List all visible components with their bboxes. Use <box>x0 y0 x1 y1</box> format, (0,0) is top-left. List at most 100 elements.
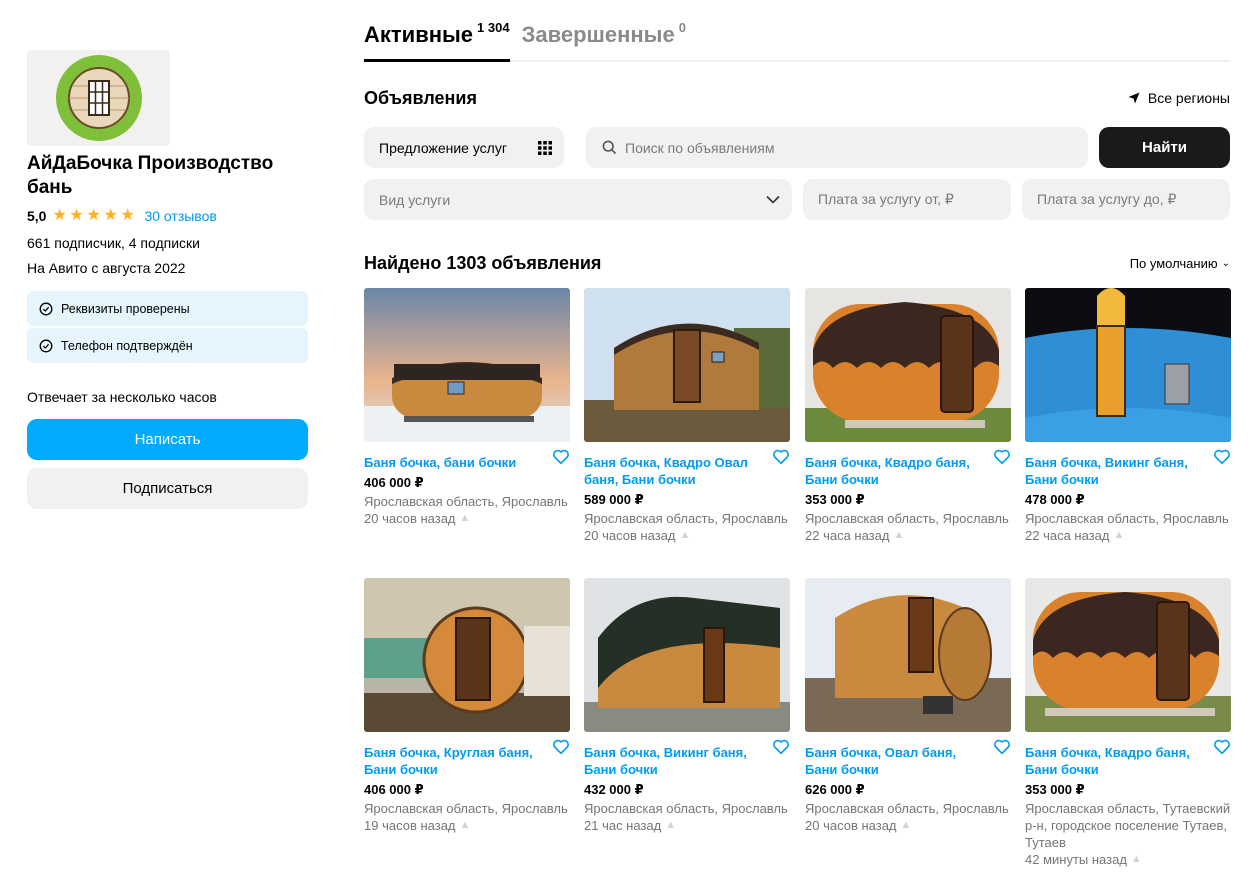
favorite-heart-icon[interactable] <box>993 448 1011 466</box>
listing-time-text: 22 часа назад <box>1025 528 1110 543</box>
results-count: Найдено 1303 объявления <box>364 252 602 273</box>
listing-location: Ярославская область, Ярославль <box>364 494 568 509</box>
rating-value: 5,0 <box>27 208 47 224</box>
star-icon: ★ <box>103 207 118 224</box>
subscribe-button[interactable]: Подписаться <box>27 468 308 509</box>
listing-price: 589 000 ₽ <box>584 492 644 507</box>
tab-label: Завершенные <box>521 22 675 47</box>
listing-card[interactable]: Баня бочка, Овал баня, Бани бочки 626 00… <box>805 578 1011 834</box>
listing-photo[interactable] <box>1025 578 1231 732</box>
find-button[interactable]: Найти <box>1099 127 1230 168</box>
sort-selector[interactable]: По умолчанию ⌄ <box>1130 256 1230 271</box>
listing-card[interactable]: Баня бочка, Викинг баня, Бани бочки 432 … <box>584 578 790 834</box>
promoted-arrow-icon: ▲ <box>459 512 471 524</box>
listing-time: 20 часов назад ▲ <box>805 817 1011 834</box>
write-button[interactable]: Написать <box>27 419 308 460</box>
listing-title[interactable]: Баня бочка, Квадро Овал баня, Бани бочки <box>584 454 766 488</box>
listing-price: 353 000 ₽ <box>805 492 865 507</box>
listing-time-text: 20 часов назад <box>805 818 897 833</box>
tab-active[interactable]: Активные 1 304 <box>364 20 510 62</box>
listing-time: 42 минуты назад ▲ <box>1025 851 1231 868</box>
bathhouse-photo <box>364 578 570 732</box>
tab-count: 1 304 <box>477 20 510 35</box>
listing-card[interactable]: Баня бочка, Викинг баня, Бани бочки 478 … <box>1025 288 1231 544</box>
listing-card[interactable]: Баня бочка, Квадро баня, Бани бочки 353 … <box>1025 578 1231 868</box>
favorite-heart-icon[interactable] <box>552 738 570 756</box>
price-from-placeholder: Плата за услугу от, ₽ <box>818 191 954 207</box>
service-type-select[interactable]: Вид услуги <box>364 179 792 220</box>
listing-photo[interactable] <box>364 288 570 442</box>
bathhouse-photo <box>364 288 570 442</box>
search-input[interactable]: Поиск по объявлениям <box>586 127 1088 168</box>
listing-title[interactable]: Баня бочка, Викинг баня, Бани бочки <box>584 744 766 778</box>
seller-sidebar: АйДаБочка Производство бань 5,0 ★ ★ ★ ★ … <box>27 50 308 509</box>
star-icon: ★ <box>120 207 135 224</box>
tab-count: 0 <box>678 20 686 35</box>
barrel-logo-icon <box>55 55 142 141</box>
listing-card[interactable]: Баня бочка, Квадро баня, Бани бочки 353 … <box>805 288 1011 544</box>
listing-time-text: 20 часов назад <box>364 511 456 526</box>
check-circle-icon <box>39 302 53 315</box>
favorite-heart-icon[interactable] <box>552 448 570 466</box>
listing-price: 478 000 ₽ <box>1025 492 1085 507</box>
chevron-down-icon: ⌄ <box>1221 257 1230 269</box>
favorite-heart-icon[interactable] <box>1213 738 1231 756</box>
listing-card[interactable]: Баня бочка, Квадро Овал баня, Бани бочки… <box>584 288 790 544</box>
price-from-input[interactable]: Плата за услугу от, ₽ <box>803 179 1011 220</box>
promoted-arrow-icon: ▲ <box>459 819 471 831</box>
listing-title[interactable]: Баня бочка, Круглая баня, Бани бочки <box>364 744 546 778</box>
listing-location: Ярославская область, Ярославль <box>805 511 1009 526</box>
listings-header: Объявления Все регионы <box>364 86 1230 110</box>
subscribers-info: 661 подписчик, 4 подписки <box>27 235 200 251</box>
favorite-heart-icon[interactable] <box>1213 448 1231 466</box>
listing-price: 406 000 ₽ <box>364 782 424 797</box>
listing-title[interactable]: Баня бочка, Квадро баня, Бани бочки <box>1025 744 1207 778</box>
favorite-heart-icon[interactable] <box>772 448 790 466</box>
region-label: Все регионы <box>1147 90 1230 106</box>
listing-card[interactable]: Баня бочка, бани бочки 406 000 ₽ Ярослав… <box>364 288 570 527</box>
listing-price: 626 000 ₽ <box>805 782 865 797</box>
badge-phone-verified: Телефон подтверждён <box>27 328 308 363</box>
verification-badges: Реквизиты проверены Телефон подтверждён <box>27 291 308 363</box>
listing-card[interactable]: Баня бочка, Круглая баня, Бани бочки 406… <box>364 578 570 834</box>
results-header: Найдено 1303 объявления По умолчанию ⌄ <box>364 252 1230 274</box>
listing-price: 353 000 ₽ <box>1025 782 1085 797</box>
favorite-heart-icon[interactable] <box>772 738 790 756</box>
star-icon: ★ <box>86 207 101 224</box>
listing-title[interactable]: Баня бочка, Викинг баня, Бани бочки <box>1025 454 1207 488</box>
listing-time-text: 22 часа назад <box>805 528 890 543</box>
listing-time: 19 часов назад ▲ <box>364 817 570 834</box>
region-selector[interactable]: Все регионы <box>1128 90 1230 106</box>
listing-title[interactable]: Баня бочка, Овал баня, Бани бочки <box>805 744 987 778</box>
listing-photo[interactable] <box>805 578 1011 732</box>
listing-photo[interactable] <box>584 288 790 442</box>
price-to-input[interactable]: Плата за услугу до, ₽ <box>1022 179 1230 220</box>
seller-logo[interactable] <box>27 50 170 146</box>
promoted-arrow-icon: ▲ <box>1113 529 1125 541</box>
favorite-heart-icon[interactable] <box>993 738 1011 756</box>
bathhouse-photo <box>805 578 1011 732</box>
tab-completed[interactable]: Завершенные 0 <box>521 20 686 60</box>
listing-location: Ярославская область, Ярославль <box>584 511 788 526</box>
rating-row: 5,0 ★ ★ ★ ★ ★ 30 отзывов <box>27 206 308 226</box>
seller-name: АйДаБочка Производство бань <box>27 153 274 198</box>
listing-time-text: 19 часов назад <box>364 818 456 833</box>
listing-photo[interactable] <box>1025 288 1231 442</box>
category-select[interactable]: Предложение услуг <box>364 127 564 168</box>
listing-title[interactable]: Баня бочка, Квадро баня, Бани бочки <box>805 454 987 488</box>
bathhouse-photo <box>1025 288 1231 442</box>
listing-photo[interactable] <box>805 288 1011 442</box>
listing-location: Ярославская область, Ярославль <box>1025 511 1229 526</box>
category-select-value: Предложение услуг <box>379 139 507 156</box>
listing-photo[interactable] <box>364 578 570 732</box>
listing-title[interactable]: Баня бочка, бани бочки <box>364 454 546 471</box>
promoted-arrow-icon: ▲ <box>679 529 691 541</box>
listing-time: 20 часов назад ▲ <box>584 527 790 544</box>
tab-label: Активные <box>364 22 474 47</box>
bathhouse-photo <box>1025 578 1231 732</box>
bathhouse-photo <box>805 288 1011 442</box>
chevron-down-icon <box>766 195 780 204</box>
listing-photo[interactable] <box>584 578 790 732</box>
search-placeholder: Поиск по объявлениям <box>625 139 775 156</box>
reviews-link[interactable]: 30 отзывов <box>144 208 216 224</box>
